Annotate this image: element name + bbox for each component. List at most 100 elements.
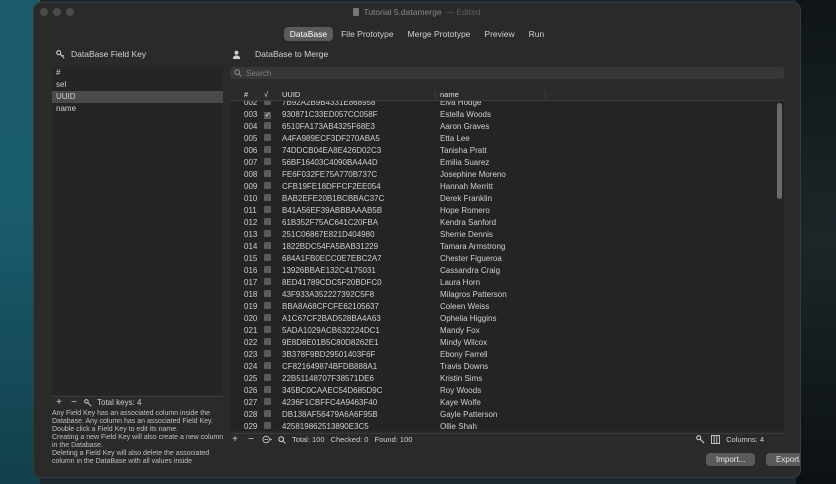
row-checkbox[interactable] bbox=[264, 277, 278, 287]
table-row[interactable]: 005 A4FA989ECF3DF270ABA5 Etta Lee bbox=[230, 132, 784, 144]
row-checkbox[interactable] bbox=[264, 193, 278, 203]
row-name[interactable]: Roy Woods bbox=[436, 386, 546, 395]
table-row[interactable]: 021 5ADA1029ACB632224DC1 Mandy Fox bbox=[230, 324, 784, 336]
table-row[interactable]: 012 61B352F75AC641C20FBA Kendra Sanford bbox=[230, 216, 784, 228]
checkbox-box[interactable] bbox=[264, 277, 271, 285]
row-checkbox[interactable] bbox=[264, 181, 278, 191]
row-uuid[interactable]: FE6F032FE75A770B737C bbox=[278, 170, 436, 179]
row-checkbox[interactable] bbox=[264, 325, 278, 335]
table-row[interactable]: 016 13926BBAE132C4175031 Cassandra Craig bbox=[230, 264, 784, 276]
scroll-thumb[interactable] bbox=[777, 103, 782, 199]
row-uuid[interactable]: BAB2EFE20B1BCBBAC37C bbox=[278, 194, 436, 203]
add-row-button[interactable]: + bbox=[230, 434, 240, 445]
row-uuid[interactable]: 684A1FB0ECC0E7EBC2A7 bbox=[278, 254, 436, 263]
table-row[interactable]: 004 6510FA173AB4325F68E3 Aaron Graves bbox=[230, 120, 784, 132]
table-row[interactable]: 002 7B92A2B9B4331E868958 Elva Hodge bbox=[230, 101, 784, 108]
row-uuid[interactable]: 61B352F75AC641C20FBA bbox=[278, 218, 436, 227]
row-checkbox[interactable] bbox=[264, 241, 278, 251]
checkbox-box[interactable] bbox=[264, 217, 271, 225]
checkbox-box[interactable] bbox=[264, 101, 271, 105]
import-button[interactable]: Import... bbox=[706, 453, 756, 466]
row-name[interactable]: Ollie Shah bbox=[436, 422, 546, 431]
row-checkbox[interactable] bbox=[264, 229, 278, 239]
row-checkbox[interactable] bbox=[264, 121, 278, 131]
table-row[interactable]: 011 B41A56EF39ABBBAAAB5B Hope Romero bbox=[230, 204, 784, 216]
checkbox-box[interactable] bbox=[264, 373, 271, 381]
checkbox-box[interactable] bbox=[264, 157, 271, 165]
row-name[interactable]: Travis Downs bbox=[436, 362, 546, 371]
row-name[interactable]: Chester Figueroa bbox=[436, 254, 546, 263]
column-header-num[interactable]: # bbox=[230, 90, 264, 99]
checkbox-box[interactable] bbox=[264, 253, 271, 261]
row-checkbox[interactable] bbox=[264, 205, 278, 215]
search-field[interactable]: Search bbox=[230, 67, 784, 79]
row-name[interactable]: Emilia Suarez bbox=[436, 158, 546, 167]
row-name[interactable]: Sherrie Dennis bbox=[436, 230, 546, 239]
table-row[interactable]: 010 BAB2EFE20B1BCBBAC37C Derek Franklin bbox=[230, 192, 784, 204]
vertical-scrollbar[interactable] bbox=[777, 103, 782, 423]
remove-row-button[interactable]: − bbox=[246, 434, 256, 445]
row-checkbox[interactable] bbox=[264, 265, 278, 275]
row-uuid[interactable]: 5ADA1029ACB632224DC1 bbox=[278, 326, 436, 335]
checkbox-box[interactable] bbox=[264, 313, 271, 321]
row-uuid[interactable]: 251C06867E821D404980 bbox=[278, 230, 436, 239]
checkbox-box[interactable] bbox=[264, 133, 271, 141]
row-uuid[interactable]: 7B92A2B9B4331E868958 bbox=[278, 101, 436, 107]
checkbox-box[interactable] bbox=[264, 205, 271, 213]
row-name[interactable]: Kendra Sanford bbox=[436, 218, 546, 227]
checkbox-box[interactable] bbox=[264, 121, 271, 129]
field-key-item-selected[interactable]: UUID bbox=[52, 91, 223, 103]
row-uuid[interactable]: 1822BDC54FA5BAB31229 bbox=[278, 242, 436, 251]
zoom-window-button[interactable] bbox=[66, 8, 74, 16]
row-name[interactable]: Gayle Patterson bbox=[436, 410, 546, 419]
export-button[interactable]: Export... bbox=[766, 453, 800, 466]
tab-merge-prototype[interactable]: Merge Prototype bbox=[402, 27, 477, 41]
row-name[interactable]: Hannah Merritt bbox=[436, 182, 546, 191]
checkbox-box[interactable] bbox=[264, 265, 271, 273]
checkbox-box[interactable] bbox=[264, 145, 271, 153]
table-row[interactable]: 008 FE6F032FE75A770B737C Josephine Moreno bbox=[230, 168, 784, 180]
row-name[interactable]: Aaron Graves bbox=[436, 122, 546, 131]
row-checkbox[interactable] bbox=[264, 133, 278, 143]
table-row[interactable]: 023 3B378F9BD29501403F6F Ebony Farrell bbox=[230, 348, 784, 360]
row-uuid[interactable]: DB138AF56479A6A6F95B bbox=[278, 410, 436, 419]
row-uuid[interactable]: 8ED41789CDC5F20BDFC0 bbox=[278, 278, 436, 287]
table-row[interactable]: 026 345BC0CAAEC54D685D9C Roy Woods bbox=[230, 384, 784, 396]
checkbox-box[interactable] bbox=[264, 409, 271, 417]
row-uuid[interactable]: CF821649874BFDB888A1 bbox=[278, 362, 436, 371]
table-row[interactable]: 019 BBA8A68CFCFE62105637 Coleen Weiss bbox=[230, 300, 784, 312]
row-uuid[interactable]: 13926BBAE132C4175031 bbox=[278, 266, 436, 275]
row-uuid[interactable]: 425819862513890E3C5 bbox=[278, 422, 436, 431]
row-uuid[interactable]: 9E8D8E01B5C80D8262E1 bbox=[278, 338, 436, 347]
checkbox-box[interactable] bbox=[264, 385, 271, 393]
row-name[interactable]: Hope Romero bbox=[436, 206, 546, 215]
row-checkbox[interactable] bbox=[264, 289, 278, 299]
table-row[interactable]: 009 CFB19FE18DFFCF2EE054 Hannah Merritt bbox=[230, 180, 784, 192]
row-name[interactable]: Ophelia Higgins bbox=[436, 314, 546, 323]
row-uuid[interactable]: 74DDCB04EA8E426D02C3 bbox=[278, 146, 436, 155]
row-name[interactable]: Josephine Moreno bbox=[436, 170, 546, 179]
row-uuid[interactable]: 56BF16403C4090BA4A4D bbox=[278, 158, 436, 167]
row-checkbox[interactable] bbox=[264, 421, 278, 431]
checkbox-box[interactable] bbox=[264, 181, 271, 189]
checkbox-box[interactable] bbox=[264, 169, 271, 177]
checkbox-box[interactable] bbox=[264, 337, 271, 345]
row-uuid[interactable]: CFB19FE18DFFCF2EE054 bbox=[278, 182, 436, 191]
row-uuid[interactable]: 43F933A352227392C5F8 bbox=[278, 290, 436, 299]
options-menu-icon[interactable] bbox=[262, 435, 272, 444]
row-checkbox[interactable] bbox=[264, 337, 278, 347]
checkbox-box[interactable] bbox=[264, 301, 271, 309]
tab-run[interactable]: Run bbox=[523, 27, 551, 41]
close-window-button[interactable] bbox=[40, 8, 48, 16]
row-name[interactable]: Mindy Wilcox bbox=[436, 338, 546, 347]
row-name[interactable]: Kaye Wolfe bbox=[436, 398, 546, 407]
row-uuid[interactable]: A4FA989ECF3DF270ABA5 bbox=[278, 134, 436, 143]
row-checkbox[interactable] bbox=[264, 397, 278, 407]
table-row[interactable]: 018 43F933A352227392C5F8 Milagros Patterso… bbox=[230, 288, 784, 300]
checkbox-box[interactable] bbox=[264, 193, 271, 201]
row-checkbox[interactable]: ✓ bbox=[264, 110, 278, 119]
minimize-window-button[interactable] bbox=[53, 8, 61, 16]
row-uuid[interactable]: 345BC0CAAEC54D685D9C bbox=[278, 386, 436, 395]
table-row[interactable]: 027 4236F1CBFFC4A9463F40 Kaye Wolfe bbox=[230, 396, 784, 408]
row-name[interactable]: Coleen Weiss bbox=[436, 302, 546, 311]
